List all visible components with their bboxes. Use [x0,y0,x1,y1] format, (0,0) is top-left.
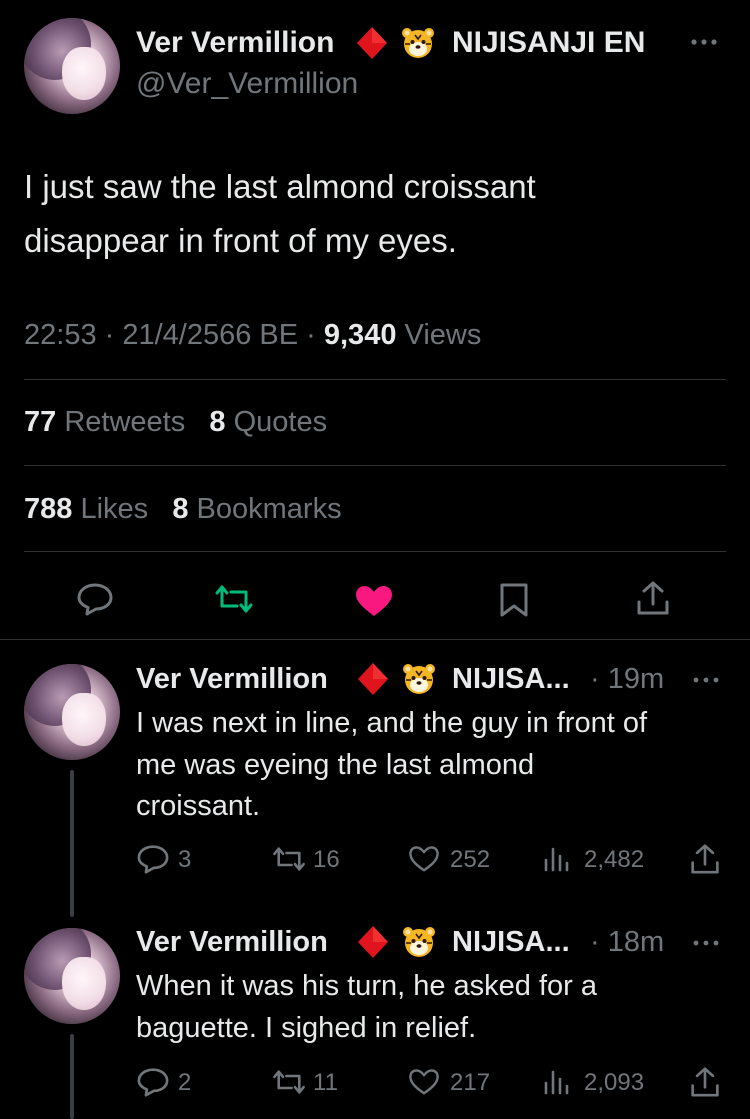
views-count: 9,340 [323,319,397,351]
quotes-label: Quotes [233,406,328,438]
views-icon [543,1069,571,1095]
more-icon[interactable] [692,674,720,686]
views-label: Views [404,319,482,351]
views-count: 2,482 [584,846,645,873]
views-count: 2,093 [584,1069,645,1096]
reply-count: 2 [178,1069,192,1096]
like-icon[interactable] [354,584,394,618]
author-handle[interactable]: @Ver_Vermillion [136,65,358,103]
reply-icon [136,844,170,874]
reply-count: 3 [178,846,192,873]
reply-text-line-2: me was eyeing the last almond [136,749,535,781]
retweets-label: Retweets [64,406,186,438]
retweets-count: 77 [24,406,57,438]
divider [24,465,726,466]
retweet-icon [271,1069,307,1095]
thread-line [70,1034,74,1119]
diamond-icon [357,662,389,696]
section-divider [0,639,750,640]
more-icon[interactable] [692,937,720,949]
avatar[interactable] [24,928,120,1024]
tiger-emoji-icon [402,926,436,958]
affiliation-label[interactable]: NIJISANJI EN [452,24,645,62]
author-name[interactable]: Ver Vermillion [136,24,334,62]
bookmark-icon[interactable] [499,582,529,618]
affiliation-label[interactable]: NIJISA... [452,660,570,698]
retweet-icon[interactable] [213,584,255,614]
more-icon[interactable] [690,36,718,48]
engagement-row-2: 788 Likes 8 Bookmarks [24,490,342,528]
author-name[interactable]: Ver Vermillion [136,923,328,961]
engagement-row-1: 77 Retweets 8 Quotes [24,403,327,441]
views-icon [543,846,571,872]
likes-count: 788 [24,493,73,525]
tweet-meta: 22:53 · 21/4/2566 BE · 9,340 Views [24,316,481,354]
tiger-emoji-icon [402,663,436,695]
reply-timestamp[interactable]: · 18m [590,923,664,961]
like-icon [408,1068,440,1096]
share-icon[interactable] [636,580,670,616]
reply-icon[interactable] [76,582,114,616]
tweet-text-line-1: I just saw the last almond croissant [24,168,536,205]
divider [24,379,726,380]
reply-text-line-2: baguette. I sighed in relief. [136,1012,477,1044]
like-icon [408,845,440,873]
tiger-emoji-icon [401,27,435,59]
reply-text-line-1: I was next in line, and the guy in front… [136,707,648,739]
tweet-text-line-2: disappear in front of my eyes. [24,222,457,259]
likes-label: Likes [80,493,149,525]
share-icon[interactable] [690,1066,720,1098]
reply-icon [136,1067,170,1097]
author-name[interactable]: Ver Vermillion [136,660,328,698]
bookmarks-count: 8 [172,493,189,525]
reply-timestamp[interactable]: · 19m [590,660,664,698]
quotes-count: 8 [209,406,226,438]
like-count: 217 [450,1069,491,1096]
reply-text-line-1: When it was his turn, he asked for a [136,970,597,1002]
divider [24,551,726,552]
retweet-icon [271,846,307,872]
diamond-icon [356,26,388,60]
avatar[interactable] [24,18,120,114]
like-count: 252 [450,846,491,873]
bookmarks-stat[interactable]: 8 Bookmarks [172,493,341,525]
retweet-count: 11 [313,1069,338,1096]
retweets-stat[interactable]: 77 Retweets [24,406,193,438]
reply-text-line-3: croissant. [136,790,261,822]
thread-line [70,770,74,917]
retweet-count: 16 [313,846,340,873]
bookmarks-label: Bookmarks [196,493,342,525]
share-icon[interactable] [690,843,720,875]
quotes-stat[interactable]: 8 Quotes [209,406,327,438]
tweet-timestamp[interactable]: 22:53 · 21/4/2566 BE · [24,319,316,351]
affiliation-label[interactable]: NIJISA... [452,923,570,961]
avatar[interactable] [24,664,120,760]
diamond-icon [357,925,389,959]
likes-stat[interactable]: 788 Likes [24,493,156,525]
